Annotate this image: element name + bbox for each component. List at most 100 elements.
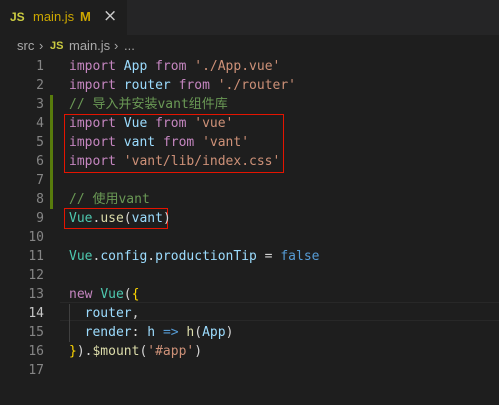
code-token: import xyxy=(69,116,116,131)
code-token: import xyxy=(69,135,116,150)
code-line[interactable]: 6 import 'vant/lib/index.css' xyxy=(0,152,499,171)
code-text: import 'vant/lib/index.css' xyxy=(69,152,280,171)
code-line[interactable]: 12 xyxy=(0,266,499,285)
code-token: '#app' xyxy=(147,344,195,359)
code-line[interactable]: 2 import router from './router' xyxy=(0,76,499,95)
code-line[interactable]: 11 Vue.config.productionTip = false xyxy=(0,247,499,266)
code-token: './App.vue' xyxy=(194,59,281,74)
code-token: => xyxy=(162,325,179,340)
code-text: new Vue({ xyxy=(69,285,139,304)
line-number: 3 xyxy=(36,97,44,112)
code-token: 'vant' xyxy=(202,135,250,150)
code-token: config xyxy=(100,249,148,264)
code-text: // 使用vant xyxy=(69,190,150,209)
code-token: ). xyxy=(76,344,93,359)
code-line[interactable]: 10 xyxy=(0,228,499,247)
code-token: ( xyxy=(123,211,132,226)
breadcrumb-file[interactable]: main.js xyxy=(69,38,110,53)
code-line[interactable]: 13 new Vue({ xyxy=(0,285,499,304)
code-token: import xyxy=(69,59,116,74)
code-token: // 使用vant xyxy=(69,192,150,207)
line-number: 14 xyxy=(28,306,44,321)
code-token: vant xyxy=(123,135,156,150)
code-line[interactable]: 5 import vant from 'vant' xyxy=(0,133,499,152)
code-token: router xyxy=(123,78,171,93)
code-line[interactable]: 3 // 导入并安装vant组件库 xyxy=(0,95,499,114)
code-token: new xyxy=(69,287,93,302)
code-token: } xyxy=(69,344,77,359)
line-number: 5 xyxy=(36,135,44,150)
code-token: Vue xyxy=(69,249,93,264)
line-number: 9 xyxy=(36,211,44,226)
code-line[interactable]: 14 router, xyxy=(0,304,499,323)
code-token: ) xyxy=(162,211,171,226)
code-token: Vue xyxy=(123,116,148,131)
line-number: 12 xyxy=(28,268,44,283)
line-number: 16 xyxy=(28,344,44,359)
breadcrumb-folder-src[interactable]: src xyxy=(17,38,34,53)
code-token: = xyxy=(256,249,281,264)
code-token: productionTip xyxy=(155,249,257,264)
code-token: // 导入并安装vant组件库 xyxy=(69,97,228,112)
code-line[interactable]: 7 xyxy=(0,171,499,190)
line-number: 17 xyxy=(28,363,44,378)
code-text: Vue.config.productionTip = false xyxy=(69,247,319,266)
code-editor[interactable]: 1 import App from './App.vue' 2 import rout… xyxy=(0,57,499,405)
code-token: from xyxy=(162,135,195,150)
code-text: // 导入并安装vant组件库 xyxy=(69,95,228,114)
code-line[interactable]: 15 render: h => h(App) xyxy=(0,323,499,342)
tab-main-js[interactable]: JS main.js M × xyxy=(0,0,127,35)
code-token: ( xyxy=(123,287,132,302)
code-line[interactable]: 9 Vue.use(vant) xyxy=(0,209,499,228)
tab-bar: JS main.js M × xyxy=(0,0,499,35)
code-line[interactable]: 1 import App from './App.vue' xyxy=(0,57,499,76)
code-line[interactable]: 8 // 使用vant xyxy=(0,190,499,209)
code-text: import router from './router' xyxy=(69,76,296,95)
code-token: : xyxy=(131,325,148,340)
code-token: , xyxy=(131,306,140,321)
code-token: $mount xyxy=(92,344,140,359)
code-token: App xyxy=(202,325,226,340)
modified-status-badge: M xyxy=(80,9,91,24)
code-token: ( xyxy=(194,325,203,340)
code-token: . xyxy=(147,249,156,264)
code-line[interactable]: 16}).$mount('#app') xyxy=(0,342,499,361)
code-token: 'vue' xyxy=(194,116,234,131)
close-icon[interactable]: × xyxy=(103,6,117,26)
line-number: 2 xyxy=(36,78,44,93)
code-token: render xyxy=(84,325,132,340)
code-text: router, xyxy=(69,304,140,323)
code-token: from xyxy=(178,78,210,93)
code-text: import App from './App.vue' xyxy=(69,57,280,76)
line-number: 15 xyxy=(28,325,44,340)
code-text: import vant from 'vant' xyxy=(69,133,249,152)
code-line[interactable]: 4 import Vue from 'vue' xyxy=(0,114,499,133)
line-number: 13 xyxy=(28,287,44,302)
code-token: Vue xyxy=(100,287,124,302)
code-token: ) xyxy=(225,325,234,340)
breadcrumb-symbols[interactable]: ... xyxy=(124,38,135,53)
code-token: false xyxy=(280,249,320,264)
code-token: App xyxy=(123,59,148,74)
line-number: 4 xyxy=(36,116,44,131)
code-line[interactable]: 17 xyxy=(0,361,499,380)
line-number: 6 xyxy=(36,154,44,169)
code-token: './router' xyxy=(217,78,297,93)
tab-title: main.js xyxy=(33,9,75,24)
code-text: render: h => h(App) xyxy=(69,323,234,342)
code-token: ) xyxy=(194,344,203,359)
code-text: Vue.use(vant) xyxy=(69,209,171,228)
